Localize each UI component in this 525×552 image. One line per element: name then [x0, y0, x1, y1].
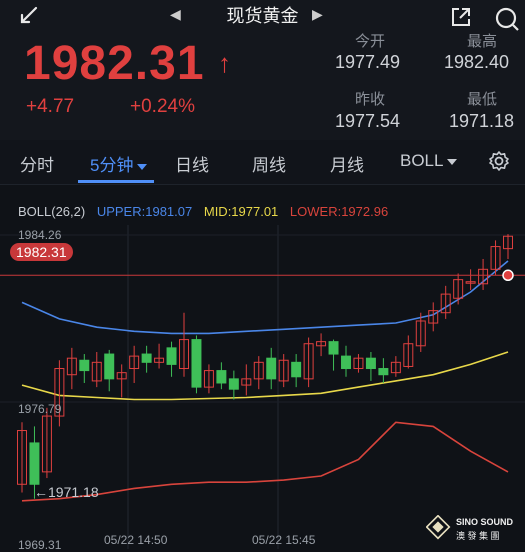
- candle: [166, 347, 177, 365]
- candle: [291, 361, 302, 378]
- current-price-tag: 1982.31: [10, 243, 73, 261]
- candle: [341, 355, 351, 370]
- candle: [378, 368, 389, 376]
- share-icon[interactable]: [450, 6, 472, 28]
- low-label: 最低: [467, 91, 498, 108]
- candle: [104, 353, 115, 380]
- up-arrow-icon: ↑: [218, 48, 231, 78]
- brand-subtitle: 澳 發 集 團: [456, 531, 500, 541]
- tab-5min[interactable]: 5分钟: [90, 151, 148, 176]
- candle: [328, 341, 339, 355]
- brand-name: SINO SOUND: [456, 517, 514, 527]
- y-axis-top-label: 1984.26: [18, 228, 62, 242]
- last-price: 1982.31: [24, 37, 205, 90]
- chevron-down-icon: [447, 158, 458, 165]
- indicator-legend: BOLL(26,2) UPPER:1981.07 MID:1977.01 LOW…: [18, 204, 396, 219]
- current-price-dot: [502, 269, 514, 282]
- chevron-down-icon: [137, 163, 148, 170]
- y-axis-mid-label: 1976.79: [18, 402, 62, 416]
- mid-band-value: MID:1977.01: [203, 204, 279, 219]
- upper-band-line: [21, 260, 509, 335]
- tab-indicator-label: BOLL: [400, 151, 444, 170]
- indicator-name: BOLL(26,2): [18, 204, 86, 219]
- active-tab-indicator: [78, 180, 154, 183]
- tab-weekly[interactable]: 周线: [252, 151, 286, 176]
- y-axis-bottom-label: 1969.31: [18, 538, 62, 552]
- tab-intraday[interactable]: 分时: [20, 151, 54, 176]
- candle: [79, 359, 90, 372]
- high-label: 最高: [467, 33, 498, 50]
- candle: [29, 442, 40, 485]
- x-axis-label-2: 05/22 15:45: [252, 533, 316, 547]
- page-title: 现货黄金: [226, 6, 299, 26]
- candle: [266, 357, 277, 380]
- low-value: 1971.18: [449, 111, 515, 131]
- tab-5min-label: 5分钟: [90, 156, 134, 175]
- prev-close-value: 1977.54: [335, 111, 401, 131]
- open-label: 今开: [355, 33, 386, 50]
- next-instrument-icon[interactable]: ▶: [312, 6, 323, 23]
- search-icon[interactable]: [494, 6, 520, 32]
- price-change-percent: +0.24%: [130, 96, 195, 117]
- high-value: 1982.40: [444, 52, 510, 72]
- gear-icon[interactable]: [488, 150, 510, 172]
- upper-band-value: UPPER:1981.07: [96, 204, 193, 219]
- candle: [228, 378, 239, 390]
- candle: [191, 339, 202, 388]
- brand-logo: SINO SOUND 澳 發 集 團: [425, 514, 521, 545]
- tab-indicator[interactable]: BOLL: [400, 151, 458, 171]
- candlestick-chart[interactable]: [0, 225, 525, 549]
- candle: [216, 370, 227, 384]
- x-axis-label-1: 05/22 14:50: [104, 533, 168, 547]
- price-change: +4.77: [26, 96, 75, 117]
- open-value: 1977.49: [335, 52, 401, 72]
- tab-monthly[interactable]: 月线: [330, 151, 364, 176]
- mid-band-line: [21, 351, 509, 401]
- candle: [365, 357, 376, 370]
- lower-band-value: LOWER:1972.96: [289, 204, 389, 219]
- low-price-marker: ←1971.18: [34, 484, 99, 500]
- tab-daily[interactable]: 日线: [175, 151, 209, 176]
- prev-close-label: 昨收: [355, 91, 386, 108]
- candle: [141, 353, 152, 363]
